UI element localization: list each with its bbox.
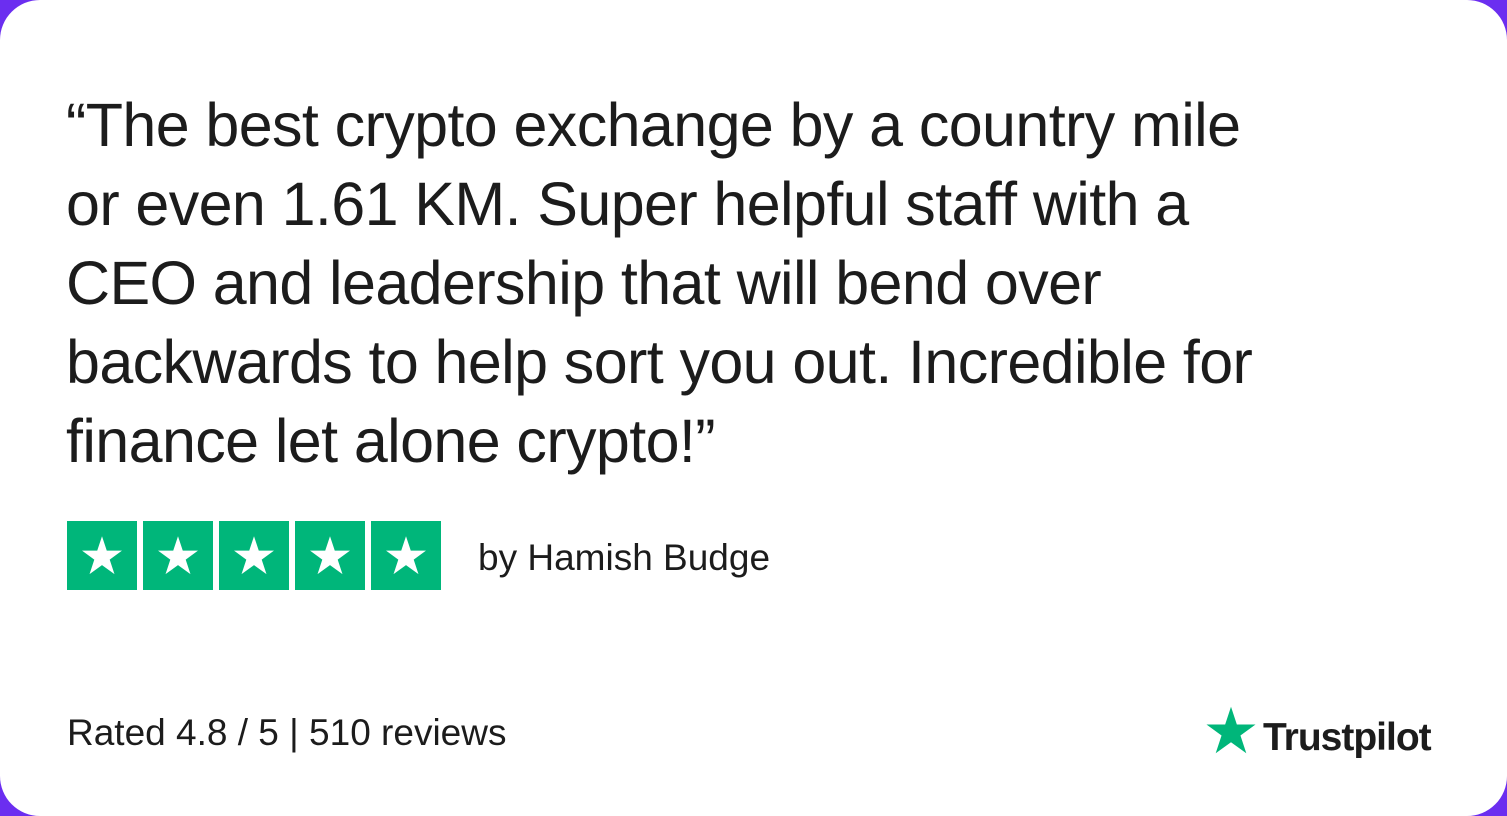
review-quote-line: “The best crypto exchange by a country m… (66, 91, 1241, 159)
review-quote-line: or even 1.61 KM. Super helpful staff wit… (66, 170, 1189, 238)
star-icon (386, 535, 426, 574)
star-box (295, 521, 365, 590)
star-box (143, 521, 213, 590)
star-icon (234, 535, 274, 574)
star-box (67, 521, 137, 590)
rating-summary: Rated 4.8 / 5 | 510 reviews (67, 712, 507, 753)
trustpilot-logo: Trustpilot (1203, 704, 1432, 763)
review-author: by Hamish Budge (478, 537, 771, 578)
review-quote-line: CEO and leadership that will bend over (66, 249, 1102, 317)
review-quote: “The best crypto exchange by a country m… (66, 86, 1426, 481)
star-icon (158, 535, 198, 574)
trustpilot-wordmark: Trustpilot (1263, 715, 1432, 759)
review-card: “The best crypto exchange by a country m… (0, 0, 1507, 816)
star-rating (67, 521, 441, 590)
star-box (219, 521, 289, 590)
star-icon (310, 535, 350, 574)
review-quote-line: backwards to help sort you out. Incredib… (66, 328, 1253, 396)
review-quote-line: finance let alone crypto!” (66, 407, 716, 475)
trustpilot-star-icon (1203, 704, 1259, 763)
star-icon (82, 535, 122, 574)
star-box (371, 521, 441, 590)
